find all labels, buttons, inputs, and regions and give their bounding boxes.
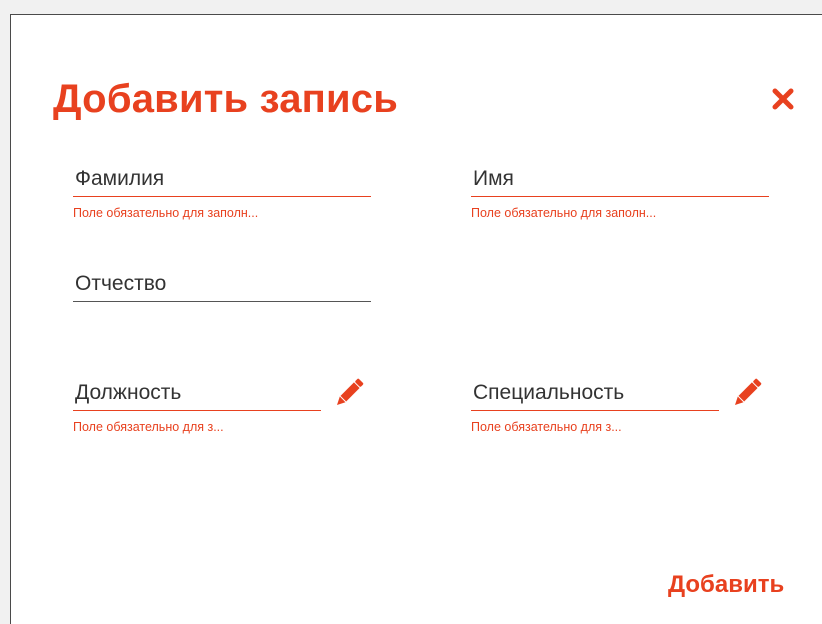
- add-button[interactable]: Добавить: [668, 571, 784, 599]
- specialty-input[interactable]: Специальность: [471, 375, 719, 411]
- first-name-input[interactable]: Имя: [471, 161, 769, 197]
- pencil-icon: [734, 378, 762, 406]
- position-field: Должность Поле обязательно для з...: [73, 375, 321, 434]
- close-button[interactable]: [767, 83, 799, 115]
- add-record-dialog: Добавить запись Фамилия Поле обязательно…: [10, 14, 822, 624]
- first-name-error: Поле обязательно для заполн...: [471, 206, 657, 220]
- position-error: Поле обязательно для з...: [73, 420, 224, 434]
- position-edit-button[interactable]: [331, 375, 367, 411]
- position-input[interactable]: Должность: [73, 375, 321, 411]
- patronymic-input[interactable]: Отчество: [73, 266, 371, 302]
- last-name-field: Фамилия Поле обязательно для заполн...: [73, 161, 371, 220]
- first-name-field: Имя Поле обязательно для заполн...: [471, 161, 769, 220]
- specialty-field: Специальность Поле обязательно для з...: [471, 375, 719, 434]
- pencil-icon: [336, 378, 364, 406]
- close-icon: [772, 88, 794, 110]
- last-name-error: Поле обязательно для заполн...: [73, 206, 259, 220]
- last-name-input[interactable]: Фамилия: [73, 161, 371, 197]
- specialty-edit-button[interactable]: [729, 375, 765, 411]
- specialty-error: Поле обязательно для з...: [471, 420, 622, 434]
- patronymic-field: Отчество: [73, 266, 371, 302]
- dialog-title: Добавить запись: [53, 77, 399, 121]
